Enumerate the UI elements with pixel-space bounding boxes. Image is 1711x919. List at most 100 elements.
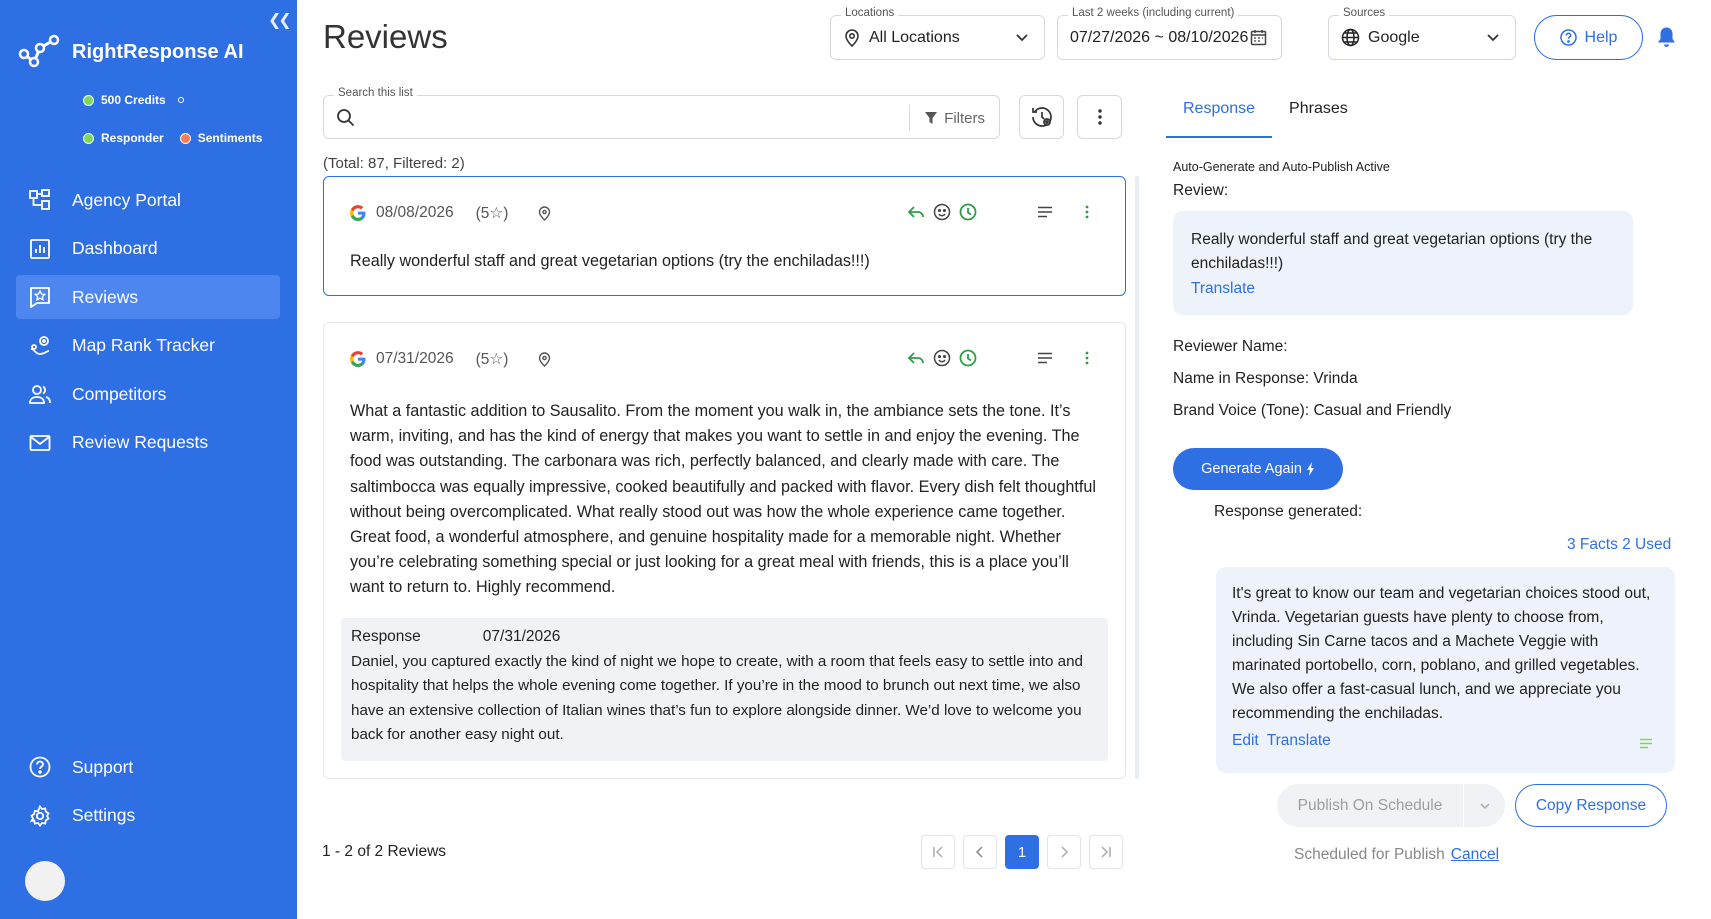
first-page-button[interactable] [921,835,955,869]
tab-response[interactable]: Response [1166,88,1273,138]
locations-select[interactable]: Locations All Locations [830,7,1045,60]
response-header: Response 07/31/2026 [351,628,1098,646]
scheduled-clock-icon[interactable] [959,203,977,221]
info-ring-icon [177,97,184,103]
avatar[interactable] [25,861,65,901]
globe-icon [1341,28,1360,47]
translate-link[interactable]: Translate [1267,732,1331,749]
chevron-down-icon [1014,29,1030,50]
date-range-legend: Last 2 weeks (including current) [1068,7,1239,19]
generate-again-button[interactable]: Generate Again [1173,448,1343,490]
chevron-right-icon [1061,846,1069,858]
review-preview-text: Really wonderful staff and great vegetar… [1191,231,1593,273]
more-options-button[interactable] [1077,95,1122,139]
question-circle-icon [28,755,52,779]
review-preview: Really wonderful staff and great vegetar… [1173,211,1633,315]
facts-link[interactable]: 3 Facts 2 Used [1567,536,1671,554]
list-scrollbar[interactable] [1135,176,1139,779]
sentiment-smile-icon[interactable] [933,349,951,367]
publish-on-schedule-label: Publish On Schedule [1297,796,1443,814]
refresh-history-button[interactable] [1019,95,1064,139]
notes-lines-icon[interactable] [1037,352,1053,364]
name-in-response-label: Name in Response: [1173,370,1310,387]
date-range-picker[interactable]: Last 2 weeks (including current) 07/27/2… [1057,7,1282,60]
brand[interactable]: RightResponse AI [18,34,244,70]
cancel-link[interactable]: Cancel [1451,846,1499,863]
sidebar-item-competitors[interactable]: Competitors [16,372,280,416]
pagination-info: 1 - 2 of 2 Reviews [322,843,447,860]
competitors-icon [28,382,52,406]
review-rating: (5☆) [475,350,509,368]
review-text: What a fantastic addition to Sausalito. … [350,402,1096,597]
page-button[interactable]: 1 [1005,835,1039,869]
calendar-icon [1250,29,1267,51]
generated-response-actions: Edit Translate [1232,729,1659,753]
collapse-sidebar-icon[interactable]: ❮❮ [268,10,292,30]
sentiments-label: Sentiments [197,131,263,145]
reply-icon[interactable] [907,204,925,220]
chevron-left-icon [975,846,983,858]
filters-button[interactable]: Filters [909,105,999,131]
review-text: Really wonderful staff and great vegetar… [350,252,870,270]
review-actions [907,349,1089,367]
sidebar-item-label: Settings [72,805,136,825]
google-icon [350,351,366,367]
tab-phrases[interactable]: Phrases [1272,88,1365,138]
brand-voice-label: Brand Voice (Tone): [1173,402,1310,419]
status-dot-icon [83,94,94,106]
bell-icon[interactable] [1656,26,1677,54]
funnel-icon [925,112,938,124]
date-range-value: 07/27/2026 ~ 08/10/2026 [1070,28,1249,46]
dashboard-icon [28,237,52,261]
help-button[interactable]: Help [1534,15,1643,60]
prev-page-button[interactable] [963,835,997,869]
sidebar-item-label: Dashboard [72,238,158,258]
notes-lines-icon[interactable] [1639,733,1653,757]
review-card[interactable]: 07/31/2026 (5☆) What a fantastic additio… [323,322,1126,779]
edit-link[interactable]: Edit [1232,732,1259,749]
response-generated-label: Response generated: [1214,503,1363,520]
last-page-button[interactable] [1089,835,1123,869]
first-page-icon [933,846,943,858]
search-input[interactable] [364,104,924,132]
reply-icon[interactable] [907,350,925,366]
location-pin-icon[interactable] [538,351,551,367]
generate-again-label: Generate Again [1201,461,1302,477]
sidebar-item-dashboard[interactable]: Dashboard [16,227,280,271]
sidebar-item-label: Agency Portal [72,189,181,210]
generated-response-text: It's great to know our team and vegetari… [1232,585,1651,723]
location-pin-icon[interactable] [538,205,551,221]
location-pin-icon [843,28,861,47]
auto-status: Auto-Generate and Auto-Publish Active [1173,160,1390,174]
credits-badge: 500 Credits [83,93,184,107]
sidebar-item-agency-portal[interactable]: Agency Portal [16,178,280,222]
sidebar-bottom-nav: Support Settings [16,745,280,842]
notes-lines-icon[interactable] [1037,206,1053,218]
sources-select[interactable]: Sources Google [1328,7,1516,60]
sidebar-nav: Agency Portal Dashboard Reviews Map Rank… [16,178,280,469]
sidebar-item-review-requests[interactable]: Review Requests [16,421,280,465]
sidebar-item-settings[interactable]: Settings [16,794,280,838]
copy-response-button[interactable]: Copy Response [1515,784,1667,827]
translate-link[interactable]: Translate [1191,277,1615,301]
lightning-icon [1306,462,1314,476]
sidebar-item-support[interactable]: Support [16,745,280,789]
publish-on-schedule-button[interactable]: Publish On Schedule [1277,784,1505,827]
sidebar-item-reviews[interactable]: Reviews [16,275,280,319]
next-page-button[interactable] [1047,835,1081,869]
more-vertical-icon[interactable] [1085,205,1089,219]
more-vertical-icon[interactable] [1085,351,1089,365]
sentiment-smile-icon[interactable] [933,203,951,221]
help-icon [1559,29,1577,46]
name-in-response: Name in Response: Vrinda [1173,370,1358,388]
scheduled-status: Scheduled for Publish Cancel [1294,846,1499,864]
publish-dropdown-toggle[interactable] [1463,784,1505,827]
feature-status: Responder Sentiments [83,131,262,145]
response-text: Daniel, you captured exactly the kind of… [351,653,1083,743]
google-icon [350,205,366,221]
panel-tabs: Response Phrases [1166,88,1365,138]
scheduled-clock-icon[interactable] [959,349,977,367]
sidebar-item-map-rank-tracker[interactable]: Map Rank Tracker [16,324,280,368]
review-card[interactable]: 08/08/2026 (5☆) Really wonderful staff a… [323,176,1126,296]
credits-label: 500 Credits [101,93,166,107]
